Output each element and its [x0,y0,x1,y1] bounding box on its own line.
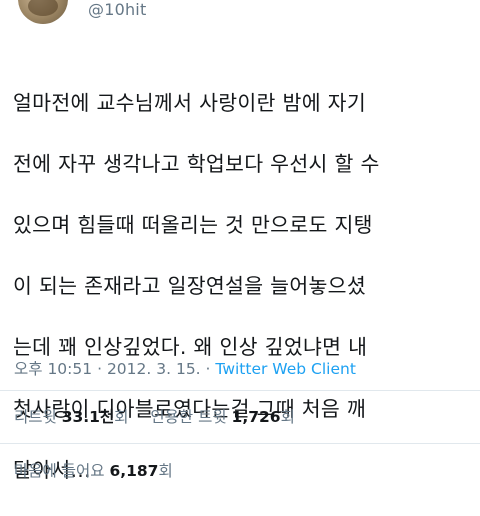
tweet-line: 있으며 힘들때 떠올리는 것 만으로도 지탱 [13,212,373,237]
tweet-meta: 오후 10:51 · 2012. 3. 15. · Twitter Web Cl… [14,357,474,379]
quote-label: 인용한 트윗 [150,408,227,426]
meta-separator: · [205,360,211,378]
retweet-unit: 회 [114,408,129,426]
tweet-line: 얼마전에 교수님께서 사랑이란 밤에 자기 [13,90,366,115]
retweet-stat[interactable]: 리트윗 33.1천회 [14,408,133,426]
tweet-header: @10hit [0,0,480,26]
tweet-client-link[interactable]: Twitter Web Client [215,360,355,378]
like-stat[interactable]: 마음에 들어요 6,187회 [14,459,474,481]
divider [0,390,480,391]
like-unit: 회 [158,462,173,480]
quote-count: 1,726 [231,408,281,426]
like-count: 6,187 [109,462,159,480]
tweet-date[interactable]: 2012. 3. 15. [107,360,201,378]
tweet-line: 전에 자꾸 생각나고 학업보다 우선시 할 수 [13,151,380,176]
divider [0,443,480,444]
tweet-line: 이 되는 존재라고 일장연설을 늘어놓으셨 [13,274,366,299]
retweet-count: 33.1천 [61,408,115,426]
user-handle[interactable]: @10hit [88,0,146,19]
like-label: 마음에 들어요 [14,462,105,480]
quote-stat[interactable]: 인용한 트윗 1,726회 [150,408,294,426]
retweet-label: 리트윗 [14,408,57,426]
tweet-stats: 리트윗 33.1천회 인용한 트윗 1,726회 [14,405,474,427]
avatar[interactable] [18,0,68,24]
tweet-text: 얼마전에 교수님께서 사랑이란 밤에 자기 전에 자꾸 생각나고 학업보다 우선… [13,57,471,516]
quote-unit: 회 [280,408,295,426]
meta-separator: · [97,360,102,378]
tweet-time[interactable]: 오후 10:51 [14,360,92,378]
avatar-image [28,0,58,16]
